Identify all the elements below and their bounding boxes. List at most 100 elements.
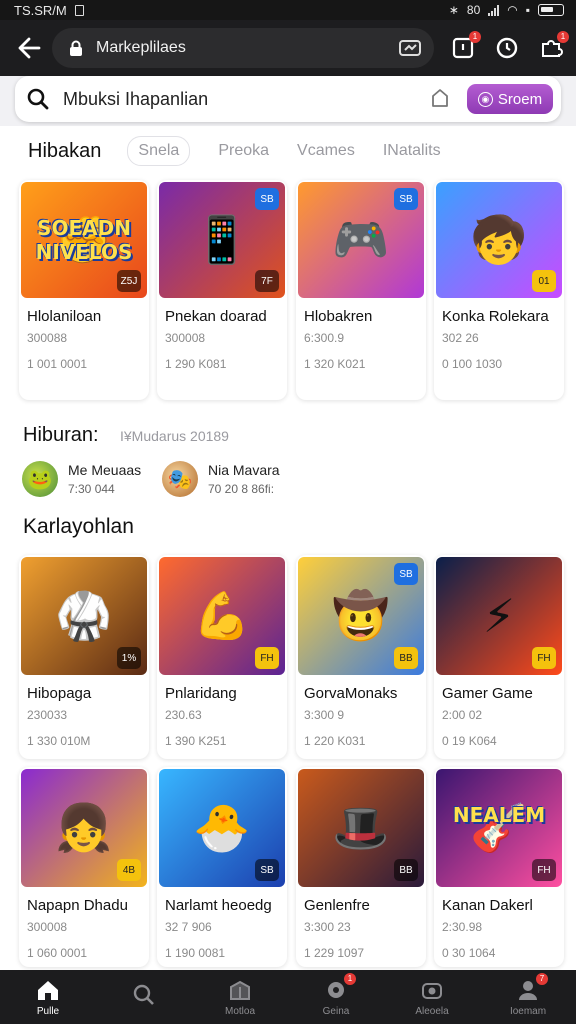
product-name: GorvaMonaks xyxy=(304,685,398,702)
notification-button[interactable]: 1 xyxy=(450,31,481,61)
nav-search[interactable] xyxy=(104,983,184,1011)
product-card[interactable]: 🎮 SB Hlobakren 6:300.9 1 320 K021 xyxy=(296,180,426,400)
product-card[interactable]: 👧 4B Napapn Dhadu 300008 1 060 0001 xyxy=(19,767,149,967)
battery-percent: 80 xyxy=(466,3,481,17)
corner-badge: 1% xyxy=(117,647,141,669)
bottom-navigation: Pulle Motloa 1 Geina Aleoela 7 Ioemam xyxy=(0,970,576,1024)
hiburan-subtitle: I¥Mudarus 20189 xyxy=(120,428,229,444)
section-title: Karlayohlan xyxy=(23,515,134,538)
product-price: 0 19 K064 xyxy=(442,734,497,748)
product-price: 1 320 K021 xyxy=(304,357,366,371)
product-card[interactable]: 🐣 SB Narlamt heoedg 32 7 906 1 190 0081 xyxy=(157,767,287,967)
url-text: Markeplilaes xyxy=(96,39,186,56)
nav-home[interactable]: Pulle xyxy=(8,978,88,1017)
product-image: 🎮 SB xyxy=(298,182,424,298)
product-card[interactable]: ⚡ FH Gamer Game 2:00 02 0 19 K064 xyxy=(434,555,564,759)
game-art-icon: 🐣 xyxy=(193,801,251,854)
product-card[interactable]: 🥋 1% Hibopaga 230033 1 330 010M xyxy=(19,555,149,759)
corner-badge: 4B xyxy=(117,859,141,881)
product-sub: 230033 xyxy=(27,708,68,722)
product-sub: 6:300.9 xyxy=(304,331,345,345)
tab-inatalits[interactable]: INatalits xyxy=(383,142,441,160)
product-image: 👧 4B xyxy=(21,769,147,887)
product-name: Konka Rolekara xyxy=(442,308,549,325)
nav-store[interactable]: Motloa xyxy=(200,978,280,1017)
product-card[interactable]: 🤠 BB SB GorvaMonaks 3:300 9 1 220 K031 xyxy=(296,555,426,759)
search-icon xyxy=(25,86,51,112)
nav-badge: 7 xyxy=(536,972,548,985)
corner-badge: SB xyxy=(255,859,279,881)
product-price: 1 220 K031 xyxy=(304,734,366,748)
tab-preoka[interactable]: Preoka xyxy=(218,142,269,160)
product-image: ⚡ FH xyxy=(436,557,562,675)
product-name: Pnlaridang xyxy=(165,685,237,702)
product-card[interactable]: 🎸 NEALEM FH Kanan Dakerl 2:30.98 0 30 1064 xyxy=(434,767,564,967)
game-art-icon: 💪 xyxy=(193,589,251,642)
product-sub: 300088 xyxy=(27,331,68,345)
product-price: 1 290 K081 xyxy=(165,357,227,371)
signal-icon xyxy=(488,4,500,16)
nav-profile[interactable]: 7 Ioemam xyxy=(488,972,568,1017)
game-art-icon: ⚡ xyxy=(482,590,516,642)
bell-icon[interactable] xyxy=(425,84,455,114)
nav-label: Geina xyxy=(322,1005,350,1017)
nav-camera[interactable]: Aleoela xyxy=(392,978,472,1017)
back-button[interactable] xyxy=(12,30,46,66)
camera-icon xyxy=(419,978,445,1002)
search-input[interactable] xyxy=(63,88,425,110)
hiburan-item-name: Nia Mavara xyxy=(208,462,280,478)
product-card[interactable]: 🎩 BB Genlenfre 3:300 23 1 229 1097 xyxy=(296,767,426,967)
nav-games[interactable]: 1 Geina xyxy=(296,972,376,1017)
product-sub: 2:30.98 xyxy=(442,920,483,934)
product-sub: 2:00 02 xyxy=(442,708,483,722)
product-image: 🎸 NEALEM FH xyxy=(436,769,562,887)
tab-snela[interactable]: Snela xyxy=(127,136,191,166)
top-badge: SB xyxy=(255,188,279,210)
game-art-icon: 🎮 xyxy=(332,213,390,266)
history-button[interactable] xyxy=(494,35,520,61)
product-image: 💪 FH xyxy=(159,557,285,675)
product-card[interactable]: 🧒 01 Konka Rolekara 302 26 0 100 1030 xyxy=(434,180,564,400)
corner-badge: 01 xyxy=(532,270,556,292)
search-bar: ◉ Sroem xyxy=(15,76,561,122)
extensions-button[interactable]: 1 xyxy=(538,31,569,61)
wifi-icon: ◠ xyxy=(507,3,518,17)
url-bar[interactable]: Markeplilaes xyxy=(52,28,434,68)
product-card[interactable]: 📱 7F SB Pnekan doarad 300008 1 290 K081 xyxy=(157,180,287,400)
game-art-title: SOEADN NIVELOS xyxy=(35,216,133,264)
tab-vcames[interactable]: Vcames xyxy=(297,142,355,160)
lock-icon xyxy=(64,36,88,60)
extensions-badge: 1 xyxy=(557,31,569,43)
product-image: 🤠 BB SB xyxy=(298,557,424,675)
corner-badge: 7F xyxy=(255,270,279,292)
product-price: 1 330 010M xyxy=(27,734,91,748)
product-price: 1 001 0001 xyxy=(27,357,88,371)
product-card[interactable]: ✊ SOEADN NIVELOS Z5J Hlolaniloan 300088 1 001… xyxy=(19,180,149,400)
product-name: Kanan Dakerl xyxy=(442,897,533,914)
nav-label: Pulle xyxy=(36,1005,60,1017)
product-image: 🥋 1% xyxy=(21,557,147,675)
hiburan-item[interactable]: 🐸 Me Meuaas 7:30 044 xyxy=(22,461,141,497)
product-name: Hlolaniloan xyxy=(27,308,102,325)
product-name: Genlenfre xyxy=(304,897,370,914)
hiburan-item[interactable]: 🎭 Nia Mavara 70 20 8 86fi: xyxy=(162,461,280,497)
search-button[interactable]: ◉ Sroem xyxy=(467,84,553,114)
hiburan-item-sub: 70 20 8 86fi: xyxy=(208,482,275,496)
game-art-icon: 🥋 xyxy=(55,589,113,642)
category-tabs: Hibakan Snela Preoka Vcames INatalits xyxy=(0,132,576,170)
nav-label: Motloa xyxy=(224,1005,255,1017)
clock-icon xyxy=(496,37,518,59)
product-sub: 32 7 906 xyxy=(165,920,212,934)
corner-badge: FH xyxy=(532,859,556,881)
corner-badge: FH xyxy=(532,647,556,669)
corner-badge: BB xyxy=(394,647,418,669)
product-image: 🎩 BB xyxy=(298,769,424,887)
product-card[interactable]: 💪 FH Pnlaridang 230.63 1 390 K251 xyxy=(157,555,287,759)
tabs-switch-icon[interactable] xyxy=(398,36,422,60)
nav-label: Ioemam xyxy=(509,1005,547,1017)
top-badge: SB xyxy=(394,188,418,210)
hiburan-title: Hiburan: xyxy=(23,424,99,446)
product-sub: 300008 xyxy=(27,920,68,934)
lock-status-icon: ▪ xyxy=(525,3,530,17)
notification-badge: 1 xyxy=(469,31,481,43)
